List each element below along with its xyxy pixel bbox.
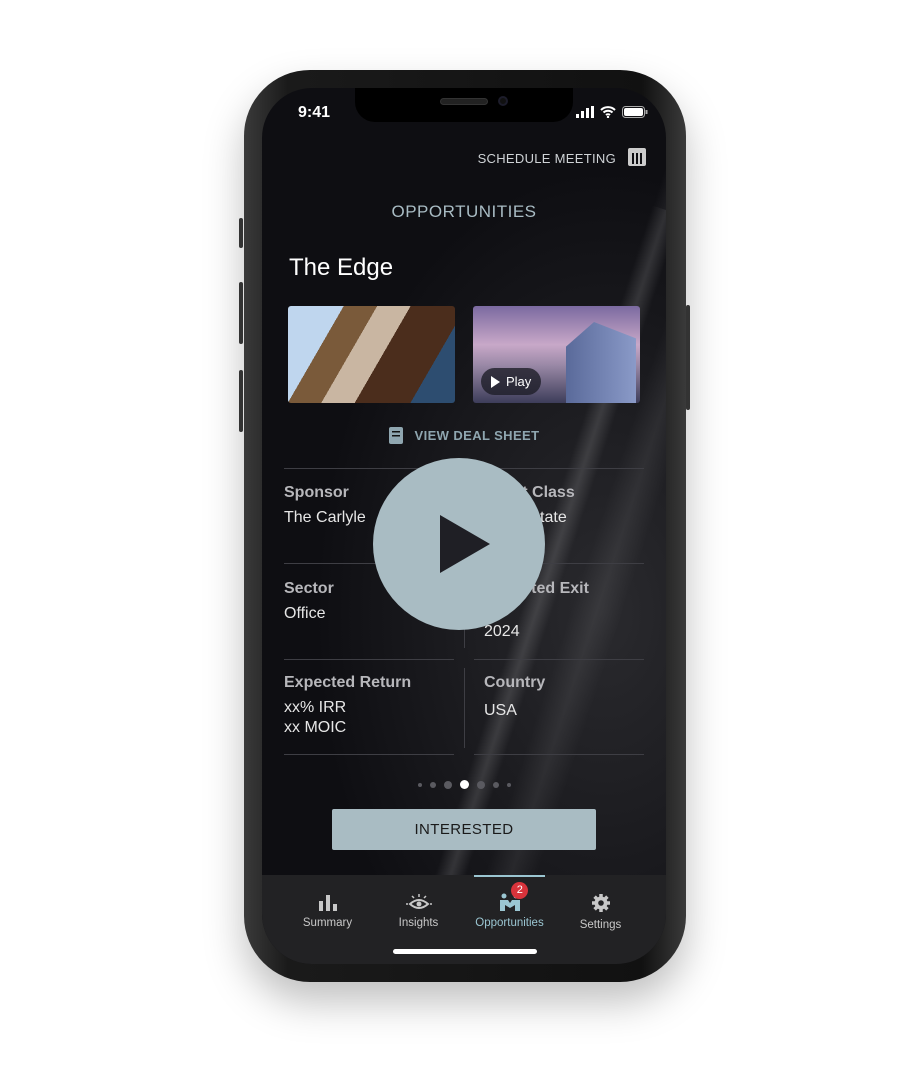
deal-photo[interactable]	[288, 306, 455, 403]
home-indicator[interactable]	[393, 949, 537, 954]
tab-label: Insights	[398, 917, 439, 929]
play-icon	[491, 375, 500, 388]
page-dot[interactable]	[506, 782, 511, 787]
tab-label: Opportunities	[475, 917, 544, 929]
status-time: 9:41	[298, 104, 331, 121]
volume-up-button	[239, 282, 243, 344]
pagination-dots	[262, 780, 666, 789]
field-label: Country	[484, 674, 546, 691]
mute-switch	[239, 218, 243, 248]
field-value: USA	[484, 702, 517, 719]
page-dot[interactable]	[492, 781, 499, 788]
deal-title: The Edge	[289, 254, 394, 281]
field-label: Sponsor	[284, 484, 349, 501]
play-label: Play	[506, 374, 532, 389]
power-button	[686, 305, 690, 410]
calendar-icon[interactable]	[628, 148, 646, 166]
battery-icon	[622, 106, 648, 118]
bar-chart-icon	[318, 895, 337, 911]
notification-badge: 2	[511, 882, 529, 899]
field-value: Office	[284, 605, 326, 622]
active-tab-indicator	[474, 875, 545, 877]
deal-video-thumbnail[interactable]: Play	[473, 306, 640, 403]
field-label: Expected Return	[284, 674, 412, 691]
field-value: xx MOIC	[284, 719, 347, 736]
notch	[355, 88, 573, 122]
field-label: Sector	[284, 580, 334, 597]
field-value: xx% IRR	[284, 699, 347, 716]
screen: 9:41 SCHEDULE MEETING OPPORTUNITIES The …	[262, 88, 666, 964]
document-icon	[388, 427, 403, 444]
status-icons	[576, 106, 648, 118]
schedule-meeting-link[interactable]: SCHEDULE MEETING	[478, 151, 616, 166]
field-value: The Carlyle	[284, 509, 366, 526]
tab-label: Settings	[579, 919, 622, 931]
tab-summary[interactable]: Summary	[282, 875, 373, 964]
page-dot[interactable]	[417, 782, 422, 787]
play-icon	[440, 515, 490, 573]
view-deal-sheet-label: VIEW DEAL SHEET	[414, 428, 540, 443]
page-dot[interactable]	[476, 780, 485, 789]
gear-icon	[591, 894, 610, 912]
wifi-icon	[600, 106, 616, 118]
page-dot[interactable]	[429, 781, 436, 788]
page-dot-active[interactable]	[459, 780, 469, 789]
interested-button[interactable]: INTERESTED	[332, 809, 596, 850]
page-title: OPPORTUNITIES	[391, 202, 537, 221]
eye-icon	[405, 894, 432, 909]
play-button[interactable]: Play	[481, 368, 542, 395]
video-play-overlay-button[interactable]	[373, 458, 545, 630]
signal-icon	[576, 106, 594, 118]
view-deal-sheet-button[interactable]: VIEW DEAL SHEET	[262, 427, 666, 444]
field-value: 2024	[484, 623, 520, 640]
tab-label: Summary	[302, 917, 353, 929]
volume-down-button	[239, 370, 243, 432]
tab-settings[interactable]: Settings	[555, 875, 646, 964]
page-dot[interactable]	[443, 780, 452, 789]
